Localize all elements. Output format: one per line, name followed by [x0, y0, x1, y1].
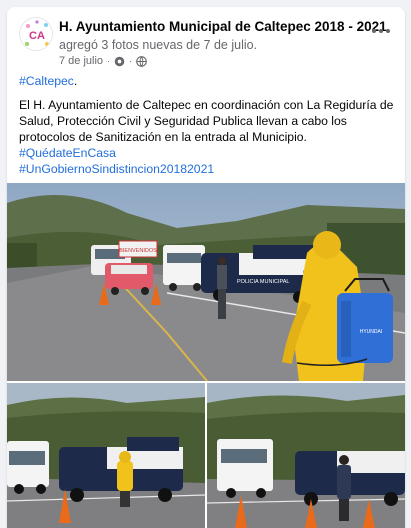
hashtag-suffix: .: [73, 74, 78, 88]
checkpoint-photo-2: [7, 383, 205, 528]
svg-text:BIENVENIDOS: BIENVENIDOS: [119, 248, 157, 254]
post-action-text: agregó 3 fotos nuevas de 7 de julio.: [59, 38, 258, 52]
post-date-link[interactable]: 7 de julio: [59, 55, 103, 67]
post-photo-2[interactable]: [7, 383, 205, 528]
svg-text:CA: CA: [29, 30, 45, 42]
post-photo-3[interactable]: [207, 383, 405, 528]
post-card: CA H. Ayuntamiento Municipal de Caltepec…: [7, 7, 405, 528]
post-photo-main[interactable]: BIENVENIDOS POLICIA MUNICIPAL 661: [7, 183, 405, 381]
svg-text:HYUNDAI: HYUNDAI: [360, 329, 383, 335]
sanitization-checkpoint-photo: BIENVENIDOS POLICIA MUNICIPAL 661: [7, 183, 405, 381]
post-text: #Caltepec. El H. Ayuntamiento de Caltepe…: [19, 73, 395, 177]
hashtag-line: #Caltepec.: [19, 73, 395, 89]
svg-text:POLICIA MUNICIPAL: POLICIA MUNICIPAL: [237, 279, 289, 285]
checkpoint-photo-3: [207, 383, 405, 528]
meta-separator: ·: [107, 56, 111, 66]
post-header: CA H. Ayuntamiento Municipal de Caltepec…: [7, 7, 405, 69]
hashtag-caltepec[interactable]: #Caltepec: [19, 74, 74, 88]
meta-separator-2: ·: [129, 56, 133, 66]
page-name-link[interactable]: H. Ayuntamiento Municipal de Caltepec 20…: [59, 19, 387, 34]
hashtag-quedate-en-casa[interactable]: #QuédateEnCasa: [19, 145, 395, 161]
more-horizontal-icon: [372, 29, 390, 33]
post-meta: 7 de julio · ·: [59, 54, 147, 68]
hashtag-un-gobierno[interactable]: #UnGobiernoSindistincion20182021: [19, 161, 395, 177]
more-options-button[interactable]: [369, 21, 393, 41]
public-icon[interactable]: [114, 56, 125, 67]
post-body: El H. Ayuntamiento de Caltepec en coordi…: [19, 98, 394, 144]
caltepec-logo-icon: CA: [21, 19, 52, 50]
page-avatar[interactable]: CA: [19, 17, 53, 51]
globe-icon[interactable]: [136, 55, 147, 67]
